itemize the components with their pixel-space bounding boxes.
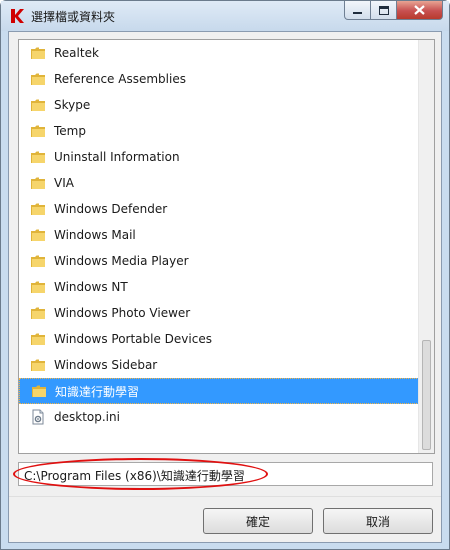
vertical-scrollbar[interactable] [418,40,434,453]
folder-icon [31,151,45,163]
tree-item-label: desktop.ini [54,410,120,424]
tree-item-windows-defender[interactable]: Windows Defender [19,196,419,222]
tree-item-windows-portable-devices[interactable]: Windows Portable Devices [19,326,419,352]
kaspersky-k-icon [11,9,24,23]
close-icon [414,5,425,15]
folder-list: Realtek Reference Assemblies Skype Temp … [19,40,419,430]
tree-item-label: Uninstall Information [54,150,180,164]
tree-item-label: Windows Media Player [54,254,189,268]
tree-item-label: Temp [54,124,86,138]
folder-icon [31,125,45,137]
folder-icon [31,177,45,189]
tree-item-windows-nt[interactable]: Windows NT [19,274,419,300]
tree-item-label: Windows Portable Devices [54,332,212,346]
tree-item-temp[interactable]: Temp [19,118,419,144]
folder-icon [31,333,45,345]
tree-item-label: Windows NT [54,280,128,294]
tree-item-via[interactable]: VIA [19,170,419,196]
tree-item-windows-sidebar[interactable]: Windows Sidebar [19,352,419,378]
maximize-icon [378,5,389,15]
tree-item-label: Realtek [54,46,99,60]
tree-item-label: Skype [54,98,91,112]
folder-tree[interactable]: Realtek Reference Assemblies Skype Temp … [18,39,435,454]
folder-icon [32,385,46,397]
dialog-client: Realtek Reference Assemblies Skype Temp … [8,31,442,543]
close-button[interactable] [397,1,443,20]
tree-item-selected-folder[interactable]: 知識達行動學習 [19,378,419,404]
folder-icon [31,203,45,215]
minimize-icon [353,11,362,14]
window-controls [344,1,443,21]
tree-item-label: VIA [54,176,74,190]
scrollbar-thumb[interactable] [422,340,431,450]
minimize-button[interactable] [344,1,371,20]
title-bar[interactable]: 選擇檔或資料夾 [1,1,449,31]
tree-item-windows-mail[interactable]: Windows Mail [19,222,419,248]
cancel-button[interactable]: 取消 [323,508,433,534]
dialog-window: 選擇檔或資料夾 Realtek Reference Assemblies Sky… [0,0,450,550]
tree-item-windows-media-player[interactable]: Windows Media Player [19,248,419,274]
red-highlight-ellipse [13,458,268,490]
folder-icon [31,281,45,293]
folder-icon [31,229,45,241]
tree-item-label: Windows Photo Viewer [54,306,191,320]
folder-icon [31,73,45,85]
button-bar: 確定 取消 [9,496,441,542]
tree-item-label: Reference Assemblies [54,72,186,86]
tree-item-desktop-ini[interactable]: desktop.ini [19,404,419,430]
ini-file-icon [32,409,44,425]
folder-icon [31,99,45,111]
folder-icon [31,47,45,59]
tree-item-label: Windows Mail [54,228,136,242]
tree-item-uninstall-information[interactable]: Uninstall Information [19,144,419,170]
tree-item-realtek[interactable]: Realtek [19,40,419,66]
tree-item-label: Windows Sidebar [54,358,158,372]
tree-item-skype[interactable]: Skype [19,92,419,118]
tree-item-windows-photo-viewer[interactable]: Windows Photo Viewer [19,300,419,326]
folder-icon [31,307,45,319]
tree-item-label: 知識達行動學習 [55,384,140,399]
ok-button[interactable]: 確定 [203,508,313,534]
tree-item-reference-assemblies[interactable]: Reference Assemblies [19,66,419,92]
folder-icon [31,255,45,267]
maximize-button[interactable] [371,1,397,20]
folder-icon [31,359,45,371]
tree-item-label: Windows Defender [54,202,168,216]
window-title: 選擇檔或資料夾 [31,10,116,24]
